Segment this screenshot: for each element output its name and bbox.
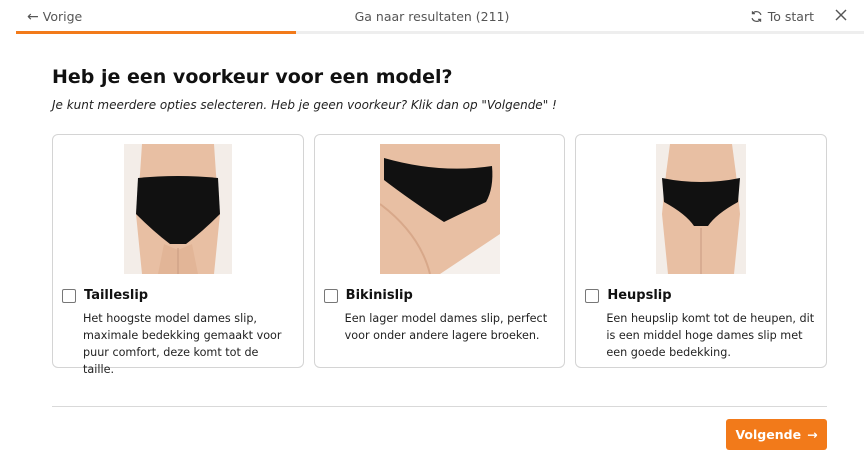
checkbox-tailleslip[interactable]	[62, 288, 76, 303]
restart-label: To start	[767, 9, 814, 24]
option-label-row: Tailleslip	[62, 288, 148, 303]
option-name: Heupslip	[607, 288, 672, 303]
option-label-row: Bikinislip	[323, 288, 413, 303]
option-description: Een lager model dames slip, perfect voor…	[344, 312, 548, 342]
product-image-tailleslip	[123, 144, 232, 274]
product-image-heupslip	[656, 144, 747, 274]
next-label: Volgende	[735, 427, 802, 442]
arrow-right-icon: →	[807, 427, 818, 442]
restart-button[interactable]: To start	[750, 9, 814, 24]
divider	[52, 406, 827, 407]
options-list: Tailleslip Het hoogste model dames slip,…	[52, 134, 828, 376]
product-image-bikinislip	[379, 144, 500, 274]
option-card-tailleslip[interactable]: Tailleslip Het hoogste model dames slip,…	[52, 134, 304, 376]
option-card-heupslip[interactable]: Heupslip Een heupslip komt tot de heupen…	[575, 134, 828, 368]
question-subtitle: Je kunt meerdere opties selecteren. Heb …	[52, 98, 557, 112]
option-card-bikinislip[interactable]: Bikinislip Een lager model dames slip, p…	[313, 134, 566, 368]
option-description: Het hoogste model dames slip, maximale b…	[83, 312, 282, 376]
progress-fill	[16, 31, 296, 34]
option-label-row: Heupslip	[585, 288, 672, 303]
next-button[interactable]: Volgende →	[726, 419, 827, 450]
option-name: Bikinislip	[345, 288, 413, 303]
option-description: Een heupslip komt tot de heupen, dit is …	[606, 312, 815, 359]
top-bar: ← Vorige Ga naar resultaten (211) To sta…	[0, 0, 864, 34]
checkbox-heupslip[interactable]	[585, 288, 600, 303]
option-name: Tailleslip	[84, 288, 149, 303]
question-title: Heb je een voorkeur voor een model?	[52, 66, 453, 88]
progress-bar	[16, 31, 864, 34]
checkbox-bikinislip[interactable]	[323, 288, 338, 303]
close-icon[interactable]	[834, 8, 848, 22]
results-link[interactable]: Ga naar resultaten (211)	[0, 9, 864, 24]
results-label[interactable]: Ga naar resultaten (211)	[355, 9, 510, 24]
refresh-icon	[751, 11, 762, 22]
